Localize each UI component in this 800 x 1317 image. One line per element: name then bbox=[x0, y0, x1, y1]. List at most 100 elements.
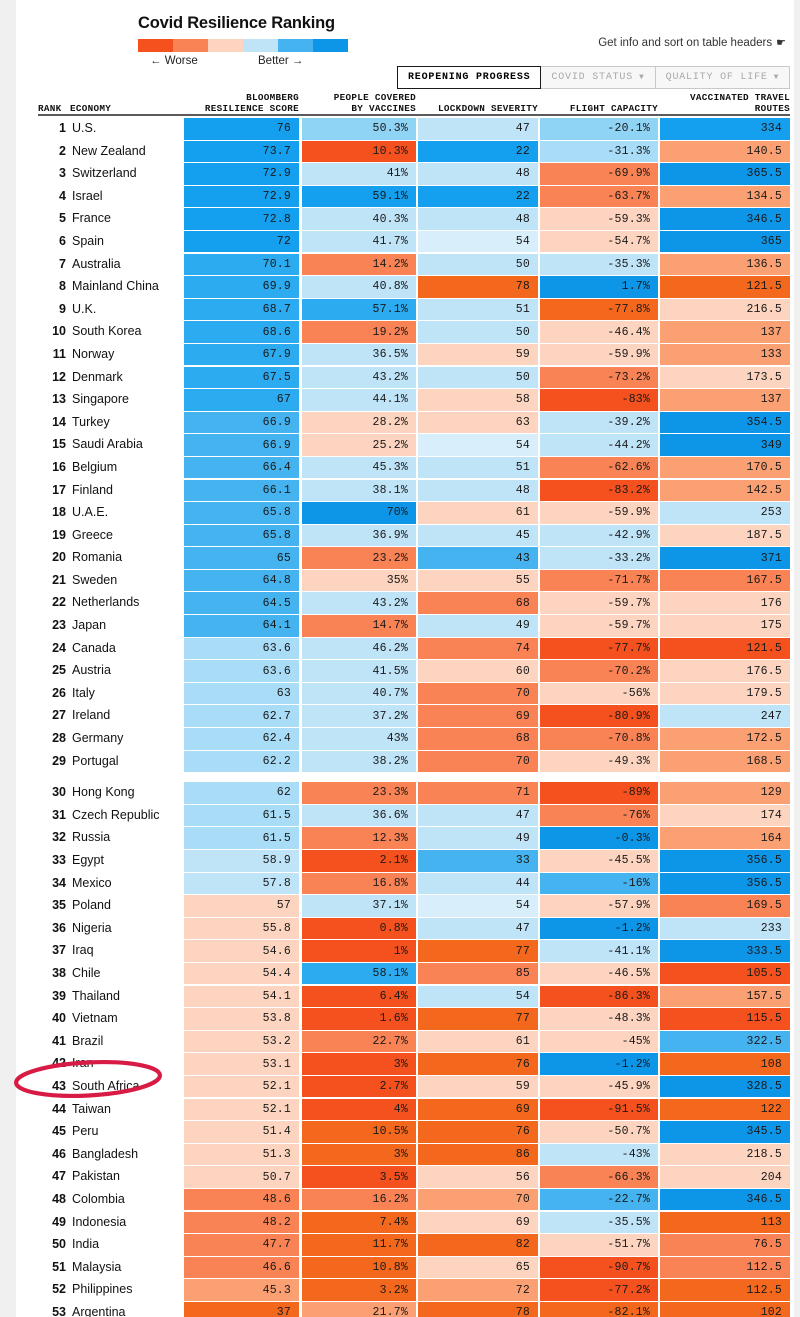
table-row[interactable]: 45 Peru 51.4 10.5% 76 -50.7% 345.5 bbox=[0, 1121, 800, 1144]
table-row[interactable]: 19 Greece 65.8 36.9% 45 -42.9% 187.5 bbox=[0, 524, 800, 548]
table-row[interactable]: 40 Vietnam 53.8 1.6% 77 -48.3% 115.5 bbox=[0, 1008, 800, 1031]
table-row[interactable]: 49 Indonesia 48.2 7.4% 69 -35.5% 113 bbox=[0, 1211, 800, 1235]
table-row[interactable]: 51 Malaysia 46.6 10.8% 65 -90.7% 112.5 bbox=[0, 1256, 800, 1280]
cell-people-covered: 2.1% bbox=[302, 850, 416, 872]
cell-lockdown-severity: 48 bbox=[418, 163, 538, 185]
column-header-rank[interactable]: RANK bbox=[38, 103, 62, 114]
table-row[interactable]: 21 Sweden 64.8 35% 55 -71.7% 167.5 bbox=[0, 569, 800, 593]
table-row[interactable]: 17 Finland 66.1 38.1% 48 -83.2% 142.5 bbox=[0, 479, 800, 503]
cell-travel-routes: 346.5 bbox=[660, 1188, 790, 1211]
table-row[interactable]: 15 Saudi Arabia 66.9 25.2% 54 -44.2% 349 bbox=[0, 434, 800, 457]
table-row[interactable]: 41 Brazil 53.2 22.7% 61 -45% 322.5 bbox=[0, 1030, 800, 1054]
table-row[interactable]: 35 Poland 57 37.1% 54 -57.9% 169.5 bbox=[0, 895, 800, 918]
cell-lockdown-severity: 45 bbox=[418, 524, 538, 547]
table-row[interactable]: 43 South Africa 52.1 2.7% 59 -45.9% 328.5 bbox=[0, 1075, 800, 1099]
table-row[interactable]: 6 Spain 72 41.7% 54 -54.7% 365 bbox=[0, 230, 800, 254]
column-header-vaccines[interactable]: PEOPLE COVERED BY VACCINES bbox=[302, 92, 416, 114]
column-header-score[interactable]: BLOOMBERG RESILIENCE SCORE bbox=[184, 92, 299, 114]
tab-covid-status[interactable]: COVID STATUS ▼ bbox=[540, 66, 656, 89]
row-economy-name: Malaysia bbox=[72, 1259, 122, 1274]
table-row[interactable]: 50 India 47.7 11.7% 82 -51.7% 76.5 bbox=[0, 1234, 800, 1257]
table-row[interactable]: 25 Austria 63.6 41.5% 60 -70.2% 176.5 bbox=[0, 660, 800, 683]
column-header-travel[interactable]: VACCINATED TRAVEL ROUTES bbox=[660, 92, 790, 114]
table-row[interactable]: 11 Norway 67.9 36.5% 59 -59.9% 133 bbox=[0, 343, 800, 367]
tab-bar[interactable]: REOPENING PROGRESS COVID STATUS ▼ QUALITY O… bbox=[397, 66, 791, 89]
table-row[interactable]: 5 France 72.8 40.3% 48 -59.3% 346.5 bbox=[0, 208, 800, 231]
table-row[interactable]: 23 Japan 64.1 14.7% 49 -59.7% 175 bbox=[0, 615, 800, 638]
cell-flight-capacity: -0.3% bbox=[540, 827, 658, 849]
table-row[interactable]: 3 Switzerland 72.9 41% 48 -69.9% 365.5 bbox=[0, 163, 800, 186]
table-row[interactable]: 53 Argentina 37 21.7% 78 -82.1% 102 bbox=[0, 1301, 800, 1317]
row-rank: 40 bbox=[52, 1011, 66, 1026]
row-economy-name: Norway bbox=[72, 346, 115, 361]
table-row[interactable]: 29 Portugal 62.2 38.2% 70 -49.3% 168.5 bbox=[0, 750, 800, 774]
row-economy-name: Canada bbox=[72, 640, 116, 655]
row-rank: 53 bbox=[52, 1304, 66, 1317]
cell-travel-routes: 137 bbox=[660, 389, 790, 411]
table-row[interactable]: 36 Nigeria 55.8 0.8% 47 -1.2% 233 bbox=[0, 917, 800, 941]
table-row[interactable]: 47 Pakistan 50.7 3.5% 56 -66.3% 204 bbox=[0, 1166, 800, 1189]
table-row[interactable]: 8 Mainland China 69.9 40.8% 78 1.7% 121.5 bbox=[0, 276, 800, 299]
cell-people-covered: 23.2% bbox=[302, 547, 416, 569]
row-rank: 51 bbox=[52, 1259, 66, 1274]
row-economy-name: Singapore bbox=[72, 392, 129, 407]
cell-lockdown-severity: 43 bbox=[418, 547, 538, 569]
table-row[interactable]: 10 South Korea 68.6 19.2% 50 -46.4% 137 bbox=[0, 321, 800, 344]
cell-travel-routes: 365.5 bbox=[660, 163, 790, 185]
table-row[interactable]: 4 Israel 72.9 59.1% 22 -63.7% 134.5 bbox=[0, 185, 800, 209]
table-row[interactable]: 37 Iraq 54.6 1% 77 -41.1% 333.5 bbox=[0, 940, 800, 963]
row-rank: 44 bbox=[52, 1101, 66, 1116]
table-row[interactable]: 30 Hong Kong 62 23.3% 71 -89% 129 bbox=[0, 782, 800, 805]
table-row[interactable]: 38 Chile 54.4 58.1% 85 -46.5% 105.5 bbox=[0, 962, 800, 986]
table-row[interactable]: 52 Philippines 45.3 3.2% 72 -77.2% 112.5 bbox=[0, 1279, 800, 1302]
tab-reopening-progress[interactable]: REOPENING PROGRESS bbox=[397, 66, 542, 89]
table-row[interactable]: 16 Belgium 66.4 45.3% 51 -62.6% 170.5 bbox=[0, 456, 800, 480]
cell-people-covered: 40.3% bbox=[302, 208, 416, 230]
tab-quality-of-life[interactable]: QUALITY OF LIFE ▼ bbox=[654, 66, 791, 89]
cell-flight-capacity: -59.7% bbox=[540, 615, 658, 637]
cell-resilience-score: 53.2 bbox=[184, 1030, 299, 1053]
table-row[interactable]: 32 Russia 61.5 12.3% 49 -0.3% 164 bbox=[0, 827, 800, 850]
row-economy-name: Chile bbox=[72, 965, 101, 980]
table-row[interactable]: 28 Germany 62.4 43% 68 -70.8% 172.5 bbox=[0, 728, 800, 751]
row-economy-name: Egypt bbox=[72, 853, 104, 867]
table-row[interactable]: 7 Australia 70.1 14.2% 50 -35.3% 136.5 bbox=[0, 253, 800, 277]
cell-resilience-score: 57.8 bbox=[184, 872, 299, 895]
row-economy-name: U.A.E. bbox=[72, 505, 109, 520]
table-row[interactable]: 33 Egypt 58.9 2.1% 33 -45.5% 356.5 bbox=[0, 850, 800, 873]
table-row[interactable]: 13 Singapore 67 44.1% 58 -83% 137 bbox=[0, 389, 800, 412]
table-row[interactable]: 20 Romania 65 23.2% 43 -33.2% 371 bbox=[0, 547, 800, 570]
table-row[interactable]: 12 Denmark 67.5 43.2% 50 -73.2% 173.5 bbox=[0, 366, 800, 390]
cell-lockdown-severity: 59 bbox=[418, 343, 538, 366]
table-row[interactable]: 9 U.K. 68.7 57.1% 51 -77.8% 216.5 bbox=[0, 298, 800, 322]
table-row[interactable]: 27 Ireland 62.7 37.2% 69 -80.9% 247 bbox=[0, 705, 800, 728]
cell-flight-capacity: -77.8% bbox=[540, 298, 658, 321]
table-row[interactable]: 48 Colombia 48.6 16.2% 70 -22.7% 346.5 bbox=[0, 1188, 800, 1212]
table-row[interactable]: 34 Mexico 57.8 16.8% 44 -16% 356.5 bbox=[0, 872, 800, 896]
table-row[interactable]: 18 U.A.E. 65.8 70% 61 -59.9% 253 bbox=[0, 502, 800, 525]
table-row[interactable]: 14 Turkey 66.9 28.2% 63 -39.2% 354.5 bbox=[0, 411, 800, 435]
table-row[interactable]: 26 Italy 63 40.7% 70 -56% 179.5 bbox=[0, 682, 800, 706]
table-row[interactable]: 1 U.S. 76 50.3% 47 -20.1% 334 bbox=[0, 118, 800, 141]
cell-lockdown-severity: 54 bbox=[418, 230, 538, 253]
table-row[interactable]: 24 Canada 63.6 46.2% 74 -77.7% 121.5 bbox=[0, 637, 800, 661]
cell-travel-routes: 176.5 bbox=[660, 660, 790, 682]
cell-people-covered: 41% bbox=[302, 163, 416, 185]
table-row[interactable]: 2 New Zealand 73.7 10.3% 22 -31.3% 140.5 bbox=[0, 140, 800, 164]
column-header-flight[interactable]: FLIGHT CAPACITY bbox=[540, 103, 658, 114]
table-row[interactable]: 42 Iran 53.1 3% 76 -1.2% 108 bbox=[0, 1053, 800, 1076]
cell-people-covered: 37.2% bbox=[302, 705, 416, 727]
column-header-economy[interactable]: ECONOMY bbox=[70, 103, 111, 114]
cell-resilience-score: 64.5 bbox=[184, 592, 299, 614]
table-row[interactable]: 39 Thailand 54.1 6.4% 54 -86.3% 157.5 bbox=[0, 985, 800, 1009]
cell-lockdown-severity: 71 bbox=[418, 782, 538, 804]
cell-flight-capacity: -91.5% bbox=[540, 1098, 658, 1121]
row-rank: 52 bbox=[52, 1282, 66, 1297]
table-row[interactable]: 46 Bangladesh 51.3 3% 86 -43% 218.5 bbox=[0, 1143, 800, 1167]
table-row[interactable]: 44 Taiwan 52.1 4% 69 -91.5% 122 bbox=[0, 1098, 800, 1122]
row-economy-name: U.K. bbox=[72, 301, 97, 316]
table-row[interactable]: 22 Netherlands 64.5 43.2% 68 -59.7% 176 bbox=[0, 592, 800, 615]
row-rank: 5 bbox=[59, 211, 66, 226]
table-row[interactable]: 31 Czech Republic 61.5 36.6% 47 -76% 174 bbox=[0, 804, 800, 828]
column-header-lockdown[interactable]: LOCKDOWN SEVERITY bbox=[418, 103, 538, 114]
